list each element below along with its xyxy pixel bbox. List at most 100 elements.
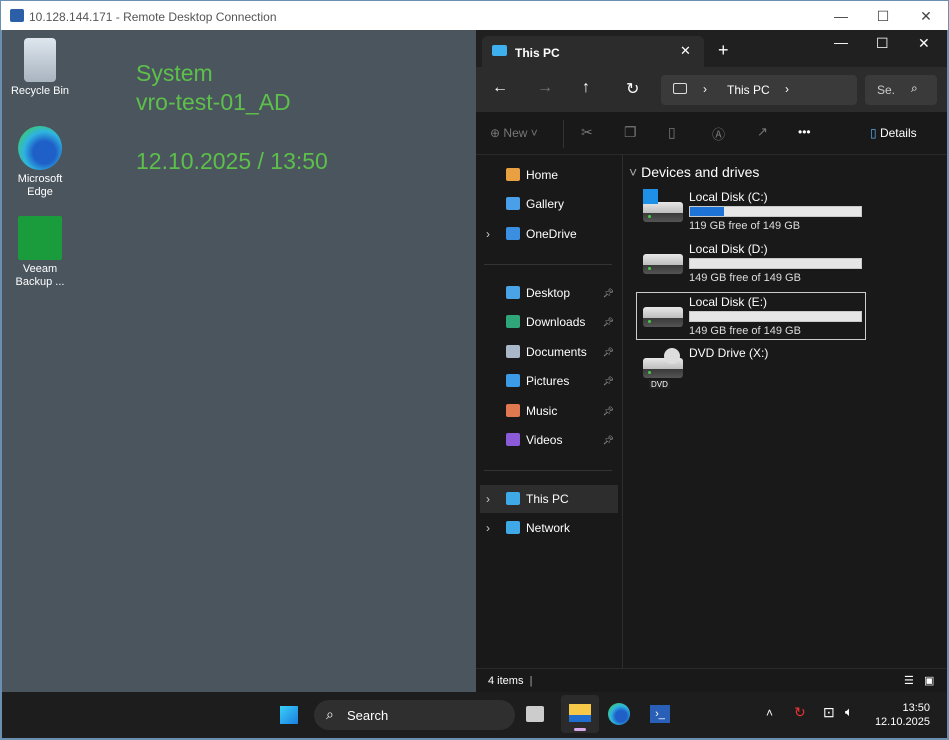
command-bar: ⊕ New ˅ ✂ ❐ ▯ Ⓐ ↗ ••• ▯ Details [476, 112, 947, 155]
drive-item[interactable]: Local Disk (D:) 149 GB free of 149 GB [637, 240, 867, 288]
address-bar[interactable]: › This PC › [661, 75, 857, 105]
search-box[interactable]: Se. ⌕ [865, 75, 937, 105]
network-icon[interactable]: ⊡ [823, 704, 835, 721]
sidebar-item-network[interactable]: › Network [480, 514, 618, 542]
explorer-close-button[interactable]: ✕ [918, 35, 930, 52]
window-title: 10.128.144.171 - Remote Desktop Connecti… [29, 10, 277, 24]
explorer-minimize-button[interactable]: — [834, 34, 848, 50]
powershell-icon[interactable]: ›_ [650, 705, 670, 723]
pin-icon[interactable]: 📌︎ [603, 308, 614, 336]
sidebar-item-pictures[interactable]: Pictures 📌︎ [480, 367, 618, 395]
chevron-right-icon[interactable]: › [785, 82, 789, 96]
sidebar-item-home[interactable]: Home [480, 161, 618, 189]
desktop-icon-recycle-bin[interactable]: Recycle Bin [5, 38, 75, 98]
this-pc-icon [492, 45, 507, 56]
file-explorer-taskbar-icon[interactable] [561, 695, 599, 733]
new-button[interactable]: ⊕ New ˅ [490, 126, 538, 140]
show-hidden-icons-button[interactable]: ˄ [766, 706, 773, 720]
sidebar-item-music[interactable]: Music 📌︎ [480, 397, 618, 425]
sidebar-item-videos[interactable]: Videos 📌︎ [480, 426, 618, 454]
details-pane-icon: ▯ [870, 126, 877, 140]
edge-taskbar-icon[interactable] [608, 703, 630, 725]
rename-icon[interactable]: Ⓐ [712, 124, 725, 143]
new-tab-button[interactable]: + [718, 40, 729, 61]
chevron-right-icon[interactable]: › [486, 485, 490, 513]
desktop-icon-veeam[interactable]: Veeam Backup ... [5, 216, 75, 289]
sidebar-item-documents[interactable]: Documents 📌︎ [480, 338, 618, 366]
documents-icon [506, 345, 520, 358]
gallery-icon [506, 197, 520, 210]
content-pane: ˅ Devices and drives Local Disk (C:) 119 … [622, 155, 947, 668]
explorer-maximize-button[interactable]: ☐ [876, 35, 889, 52]
sidebar-item-this-pc[interactable]: › This PC [480, 485, 618, 513]
start-button[interactable] [277, 703, 301, 727]
sidebar-item-desktop[interactable]: Desktop 📌︎ [480, 279, 618, 307]
cut-icon[interactable]: ✂ [581, 124, 593, 141]
forward-button[interactable]: → [537, 79, 553, 97]
network-icon [506, 521, 520, 534]
remote-desktop-titlebar: 10.128.144.171 - Remote Desktop Connecti… [1, 1, 948, 30]
taskbar: ⌕ Search ›_ ˄ ↻ ⊡ 🔈︎ 13:50 12.10.2025 [2, 692, 947, 738]
hard-drive-icon [643, 202, 683, 222]
veeam-icon [18, 216, 62, 260]
section-devices-and-drives[interactable]: ˅ Devices and drives [629, 164, 759, 180]
tab-strip: This PC ✕ + — ☐ ✕ [476, 30, 947, 67]
chevron-down-icon: ˅ [629, 164, 638, 180]
drive-item[interactable]: DVD DVD Drive (X:) [637, 344, 867, 392]
file-explorer-window: This PC ✕ + — ☐ ✕ ← → ↑ ↻ › This PC › Se… [476, 30, 947, 692]
paste-icon[interactable]: ▯ [668, 124, 676, 141]
close-tab-icon[interactable]: ✕ [680, 43, 691, 59]
chevron-right-icon[interactable]: › [486, 220, 490, 248]
task-view-icon[interactable] [526, 706, 544, 722]
navigation-pane: Home Gallery › OneDrive Desktop 📌︎ Downloads 📌︎… [476, 155, 620, 668]
chevron-right-icon[interactable]: › [486, 514, 490, 542]
more-options-button[interactable]: ••• [798, 125, 811, 139]
pin-icon[interactable]: 📌︎ [603, 279, 614, 307]
search-icon: ⌕ [326, 706, 334, 722]
desktop-icon-edge[interactable]: Microsoft Edge [5, 126, 75, 199]
tab-this-pc[interactable]: This PC ✕ [482, 36, 704, 67]
details-button[interactable]: ▯ Details [870, 126, 917, 140]
windows-logo-icon [643, 189, 658, 204]
sidebar-item-onedrive[interactable]: › OneDrive [480, 220, 618, 248]
volume-icon[interactable]: 🔈︎ [845, 704, 853, 720]
divider [484, 264, 612, 265]
refresh-button[interactable]: ↻ [626, 79, 639, 99]
back-button[interactable]: ← [492, 79, 508, 97]
sidebar-item-gallery[interactable]: Gallery [480, 190, 618, 218]
chevron-right-icon: › [703, 82, 707, 96]
drive-usage-bar [689, 311, 862, 322]
sidebar-item-downloads[interactable]: Downloads 📌︎ [480, 308, 618, 336]
copy-icon[interactable]: ❐ [624, 124, 637, 141]
share-icon[interactable]: ↗ [757, 124, 768, 140]
system-info: System vro-test-01_AD 12.10.2025 / 13:50 [136, 60, 328, 174]
details-view-button[interactable]: ☰ [904, 669, 914, 693]
videos-icon [506, 433, 520, 446]
music-icon [506, 404, 520, 417]
downloads-icon [506, 315, 520, 328]
hard-drive-icon [643, 254, 683, 274]
divider [484, 470, 612, 471]
taskbar-search[interactable]: ⌕ Search [314, 700, 515, 730]
drive-item[interactable]: Local Disk (C:) 119 GB free of 149 GB [637, 188, 867, 236]
minimize-button[interactable]: — [826, 5, 856, 27]
plus-circle-icon: ⊕ [490, 126, 501, 140]
clock[interactable]: 13:50 12.10.2025 [870, 701, 930, 729]
pin-icon[interactable]: 📌︎ [603, 426, 614, 454]
navigation-bar: ← → ↑ ↻ › This PC › Se. ⌕ [476, 67, 947, 112]
desktop-icon [506, 286, 520, 299]
maximize-button[interactable]: ☐ [868, 5, 898, 27]
pin-icon[interactable]: 📌︎ [603, 367, 614, 395]
close-button[interactable]: ✕ [911, 5, 941, 27]
pin-icon[interactable]: 📌︎ [603, 397, 614, 425]
up-button[interactable]: ↑ [582, 79, 590, 97]
rdp-icon [10, 9, 24, 22]
sync-status-icon[interactable]: ↻ [794, 704, 806, 721]
monitor-icon [673, 83, 687, 94]
onedrive-icon [506, 227, 520, 240]
tiles-view-button[interactable]: ▣ [924, 669, 934, 693]
drive-item[interactable]: Local Disk (E:) 149 GB free of 149 GB [636, 292, 866, 340]
hard-drive-icon [643, 307, 683, 327]
home-icon [506, 168, 520, 181]
pin-icon[interactable]: 📌︎ [603, 338, 614, 366]
